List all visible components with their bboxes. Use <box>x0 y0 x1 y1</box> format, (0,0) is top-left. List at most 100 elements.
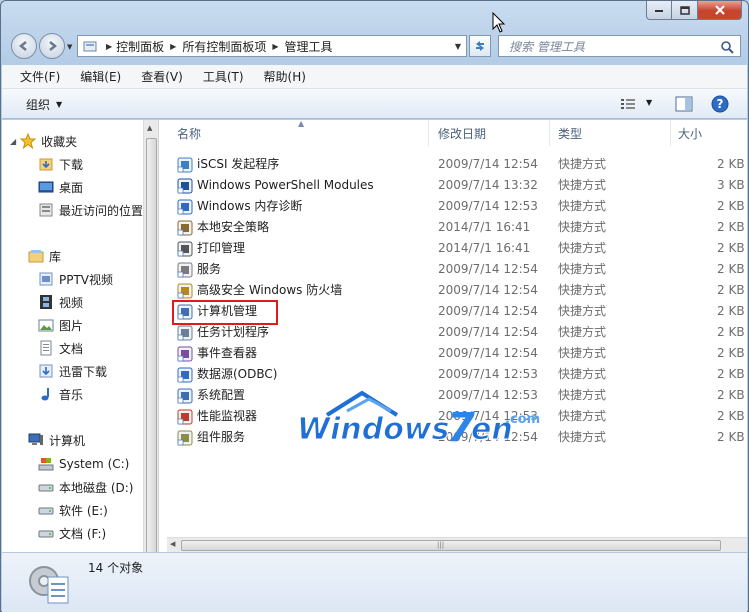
file-date: 2009/7/14 12:54 <box>438 262 538 276</box>
hard-drive-icon <box>38 484 54 492</box>
nav-item-label: 迅雷下载 <box>59 364 108 379</box>
address-bar[interactable]: ▶ 控制面板 ▶ 所有控制面板项 ▶ 管理工具 <box>77 35 467 57</box>
column-header-label: 大小 <box>678 126 703 141</box>
nav-item-videos[interactable]: 视频 <box>38 292 83 312</box>
menu-edit[interactable]: 编辑(E) <box>70 65 131 89</box>
help-button[interactable]: ? <box>711 95 729 116</box>
file-name: 数据源(ODBC) <box>197 367 278 381</box>
file-row[interactable]: Windows 内存诊断 2009/7/14 12:53 快捷方式 2 KB <box>173 196 747 217</box>
organize-label: 组织 <box>26 98 51 112</box>
scroll-grip-icon: ||| <box>437 541 445 549</box>
column-header-size[interactable]: 大小 <box>672 120 747 146</box>
forward-button[interactable] <box>39 33 65 59</box>
event-viewer-icon <box>177 346 193 362</box>
system-config-icon <box>177 388 193 404</box>
menu-help[interactable]: 帮助(H) <box>254 65 316 89</box>
administrative-tools-icon <box>29 566 69 604</box>
close-button[interactable] <box>698 1 742 20</box>
download-folder-icon <box>39 364 53 378</box>
nav-libraries[interactable]: 库 <box>28 246 61 266</box>
file-row[interactable]: iSCSI 发起程序 2009/7/14 12:54 快捷方式 2 KB <box>173 154 747 175</box>
file-date: 2009/7/14 12:54 <box>438 325 538 339</box>
refresh-button[interactable] <box>469 35 491 57</box>
nav-item-label: 最近访问的位置 <box>59 203 143 218</box>
file-size: 2 KB <box>717 157 745 171</box>
status-bar: 14 个对象 <box>2 552 747 612</box>
performance-monitor-icon <box>177 409 193 425</box>
file-row[interactable]: 打印管理 2014/7/1 16:41 快捷方式 2 KB <box>173 238 747 259</box>
file-row[interactable]: Windows PowerShell Modules 2009/7/14 13:3… <box>173 175 747 196</box>
nav-drive-c[interactable]: System (C:) <box>38 454 129 474</box>
nav-drive-e[interactable]: 软件 (E:) <box>38 500 108 520</box>
scroll-left-arrow-icon[interactable]: ◀ <box>170 540 175 548</box>
menu-view[interactable]: 查看(V) <box>131 65 193 89</box>
file-name: 性能监视器 <box>197 409 258 423</box>
column-header-type[interactable]: 类型 <box>551 120 671 146</box>
file-date: 2009/7/14 12:54 <box>438 283 538 297</box>
view-options-button[interactable] <box>620 97 636 114</box>
nav-item-xunlei[interactable]: 迅雷下载 <box>38 361 107 381</box>
nav-item-documents[interactable]: 文档 <box>38 338 83 358</box>
control-panel-icon <box>83 41 97 52</box>
file-row[interactable]: 事件查看器 2009/7/14 12:54 快捷方式 2 KB <box>173 343 747 364</box>
file-list-horizontal-scrollbar[interactable]: ◀ ||| <box>167 537 747 552</box>
file-name: 组件服务 <box>197 430 246 444</box>
caption-buttons <box>646 1 742 20</box>
view-dropdown-chevron-icon[interactable]: ▼ <box>646 98 652 107</box>
back-button[interactable] <box>11 33 37 59</box>
file-row[interactable]: 本地安全策略 2014/7/1 16:41 快捷方式 2 KB <box>173 217 747 238</box>
breadcrumb-item[interactable]: 控制面板 <box>116 38 164 55</box>
file-date: 2014/7/1 16:41 <box>438 220 531 234</box>
library-icon <box>28 250 44 263</box>
menu-tools[interactable]: 工具(T) <box>193 65 254 89</box>
address-dropdown[interactable]: ▼ <box>448 35 468 57</box>
file-row[interactable]: 服务 2009/7/14 12:54 快捷方式 2 KB <box>173 259 747 280</box>
nav-item-label: 文档 <box>59 341 84 356</box>
nav-item-downloads[interactable]: 下载 <box>38 154 83 174</box>
file-type: 快捷方式 <box>558 283 607 297</box>
nav-item-pptv[interactable]: PPTV视频 <box>38 269 113 289</box>
breadcrumb-item[interactable]: 管理工具 <box>285 38 333 55</box>
music-note-icon <box>41 388 49 401</box>
recent-pages-dropdown[interactable]: ▼ <box>67 43 72 51</box>
forward-arrow-icon <box>49 41 58 51</box>
expand-arrow-icon[interactable]: ◢ <box>10 137 16 146</box>
breadcrumb-item[interactable]: 所有控制面板项 <box>182 38 266 55</box>
powershell-icon <box>177 178 193 194</box>
nav-item-music[interactable]: 音乐 <box>38 384 83 404</box>
nav-item-desktop[interactable]: 桌面 <box>38 177 83 197</box>
maximize-button[interactable] <box>672 1 698 20</box>
horizontal-scroll-thumb[interactable] <box>181 540 721 551</box>
preview-pane-button[interactable] <box>675 96 693 115</box>
navpane-scrollbar[interactable]: ▲ <box>143 120 158 558</box>
pane-splitter[interactable] <box>158 120 167 552</box>
minimize-button[interactable] <box>646 1 672 20</box>
file-row[interactable]: 高级安全 Windows 防火墙 2009/7/14 12:54 快捷方式 2 KB <box>173 280 747 301</box>
nav-drive-d[interactable]: 本地磁盘 (D:) <box>38 477 133 497</box>
minimize-icon <box>655 10 663 12</box>
file-row[interactable]: 任务计划程序 2009/7/14 12:54 快捷方式 2 KB <box>173 322 747 343</box>
nav-item-pictures[interactable]: 图片 <box>38 315 83 335</box>
file-row[interactable]: 数据源(ODBC) 2009/7/14 12:53 快捷方式 2 KB <box>173 364 747 385</box>
command-bar: 组织 ▼ ▼ ? <box>2 89 747 119</box>
column-header-name[interactable]: 名称 <box>167 120 429 146</box>
navpane-scroll-thumb[interactable] <box>146 138 157 558</box>
nav-item-recent[interactable]: 最近访问的位置 <box>38 200 143 220</box>
navigation-pane: ◢ 收藏夹 下载 桌面 最近访问的位置 库 PPTV视频 视频 图片 文档 迅雷… <box>2 120 143 552</box>
nav-favorites[interactable]: ◢ 收藏夹 <box>10 131 77 151</box>
nav-drive-f[interactable]: 文档 (F:) <box>38 523 106 543</box>
task-scheduler-icon <box>177 325 193 341</box>
menu-file[interactable]: 文件(F) <box>10 65 70 89</box>
file-date: 2009/7/14 12:53 <box>438 367 538 381</box>
file-date: 2009/7/14 12:53 <box>438 199 538 213</box>
organize-button[interactable]: 组织 ▼ <box>26 96 62 113</box>
film-icon <box>40 295 52 309</box>
column-header-date[interactable]: 修改日期 <box>430 120 550 146</box>
scroll-up-arrow-icon[interactable]: ▲ <box>147 124 152 132</box>
nav-computer[interactable]: 计算机 <box>28 430 85 450</box>
search-box[interactable]: 搜索 管理工具 <box>498 35 741 57</box>
search-icon[interactable] <box>720 40 734 54</box>
component-services-icon <box>177 430 193 446</box>
windows7en-watermark-logo: Windows 7 en .com <box>297 390 540 449</box>
downloads-folder-icon <box>39 158 53 171</box>
